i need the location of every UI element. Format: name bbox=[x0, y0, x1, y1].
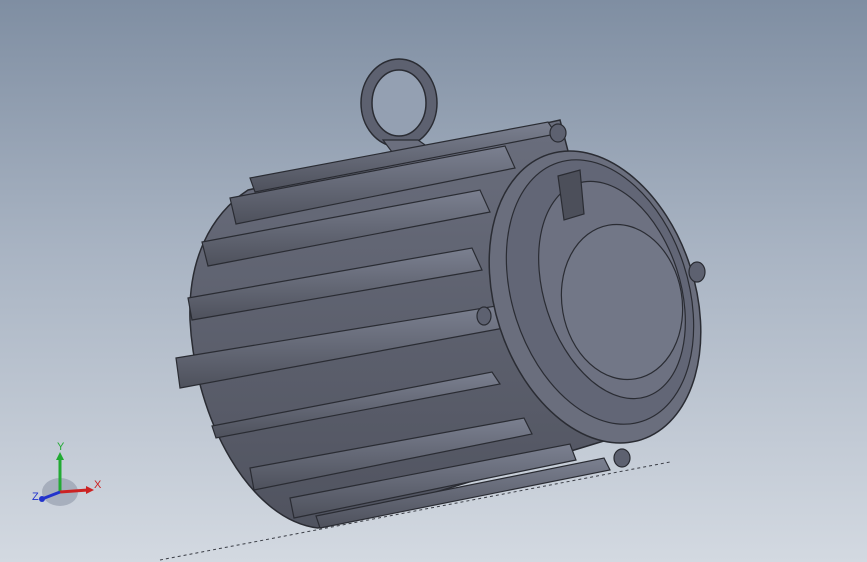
bolt-hole bbox=[476, 306, 492, 326]
bolt-hole bbox=[688, 261, 706, 283]
triad-x-label: X bbox=[94, 479, 102, 491]
lifting-eye[interactable] bbox=[360, 58, 438, 153]
motor-model[interactable] bbox=[0, 0, 867, 562]
bolt-hole bbox=[613, 448, 631, 468]
triad-y-label: Y bbox=[57, 441, 65, 453]
triad-z-label: Z bbox=[32, 491, 39, 503]
graphics-viewport[interactable]: Y X Z bbox=[0, 0, 867, 562]
coordinate-triad: Y X Z bbox=[32, 441, 102, 506]
bolt-hole bbox=[549, 123, 567, 143]
